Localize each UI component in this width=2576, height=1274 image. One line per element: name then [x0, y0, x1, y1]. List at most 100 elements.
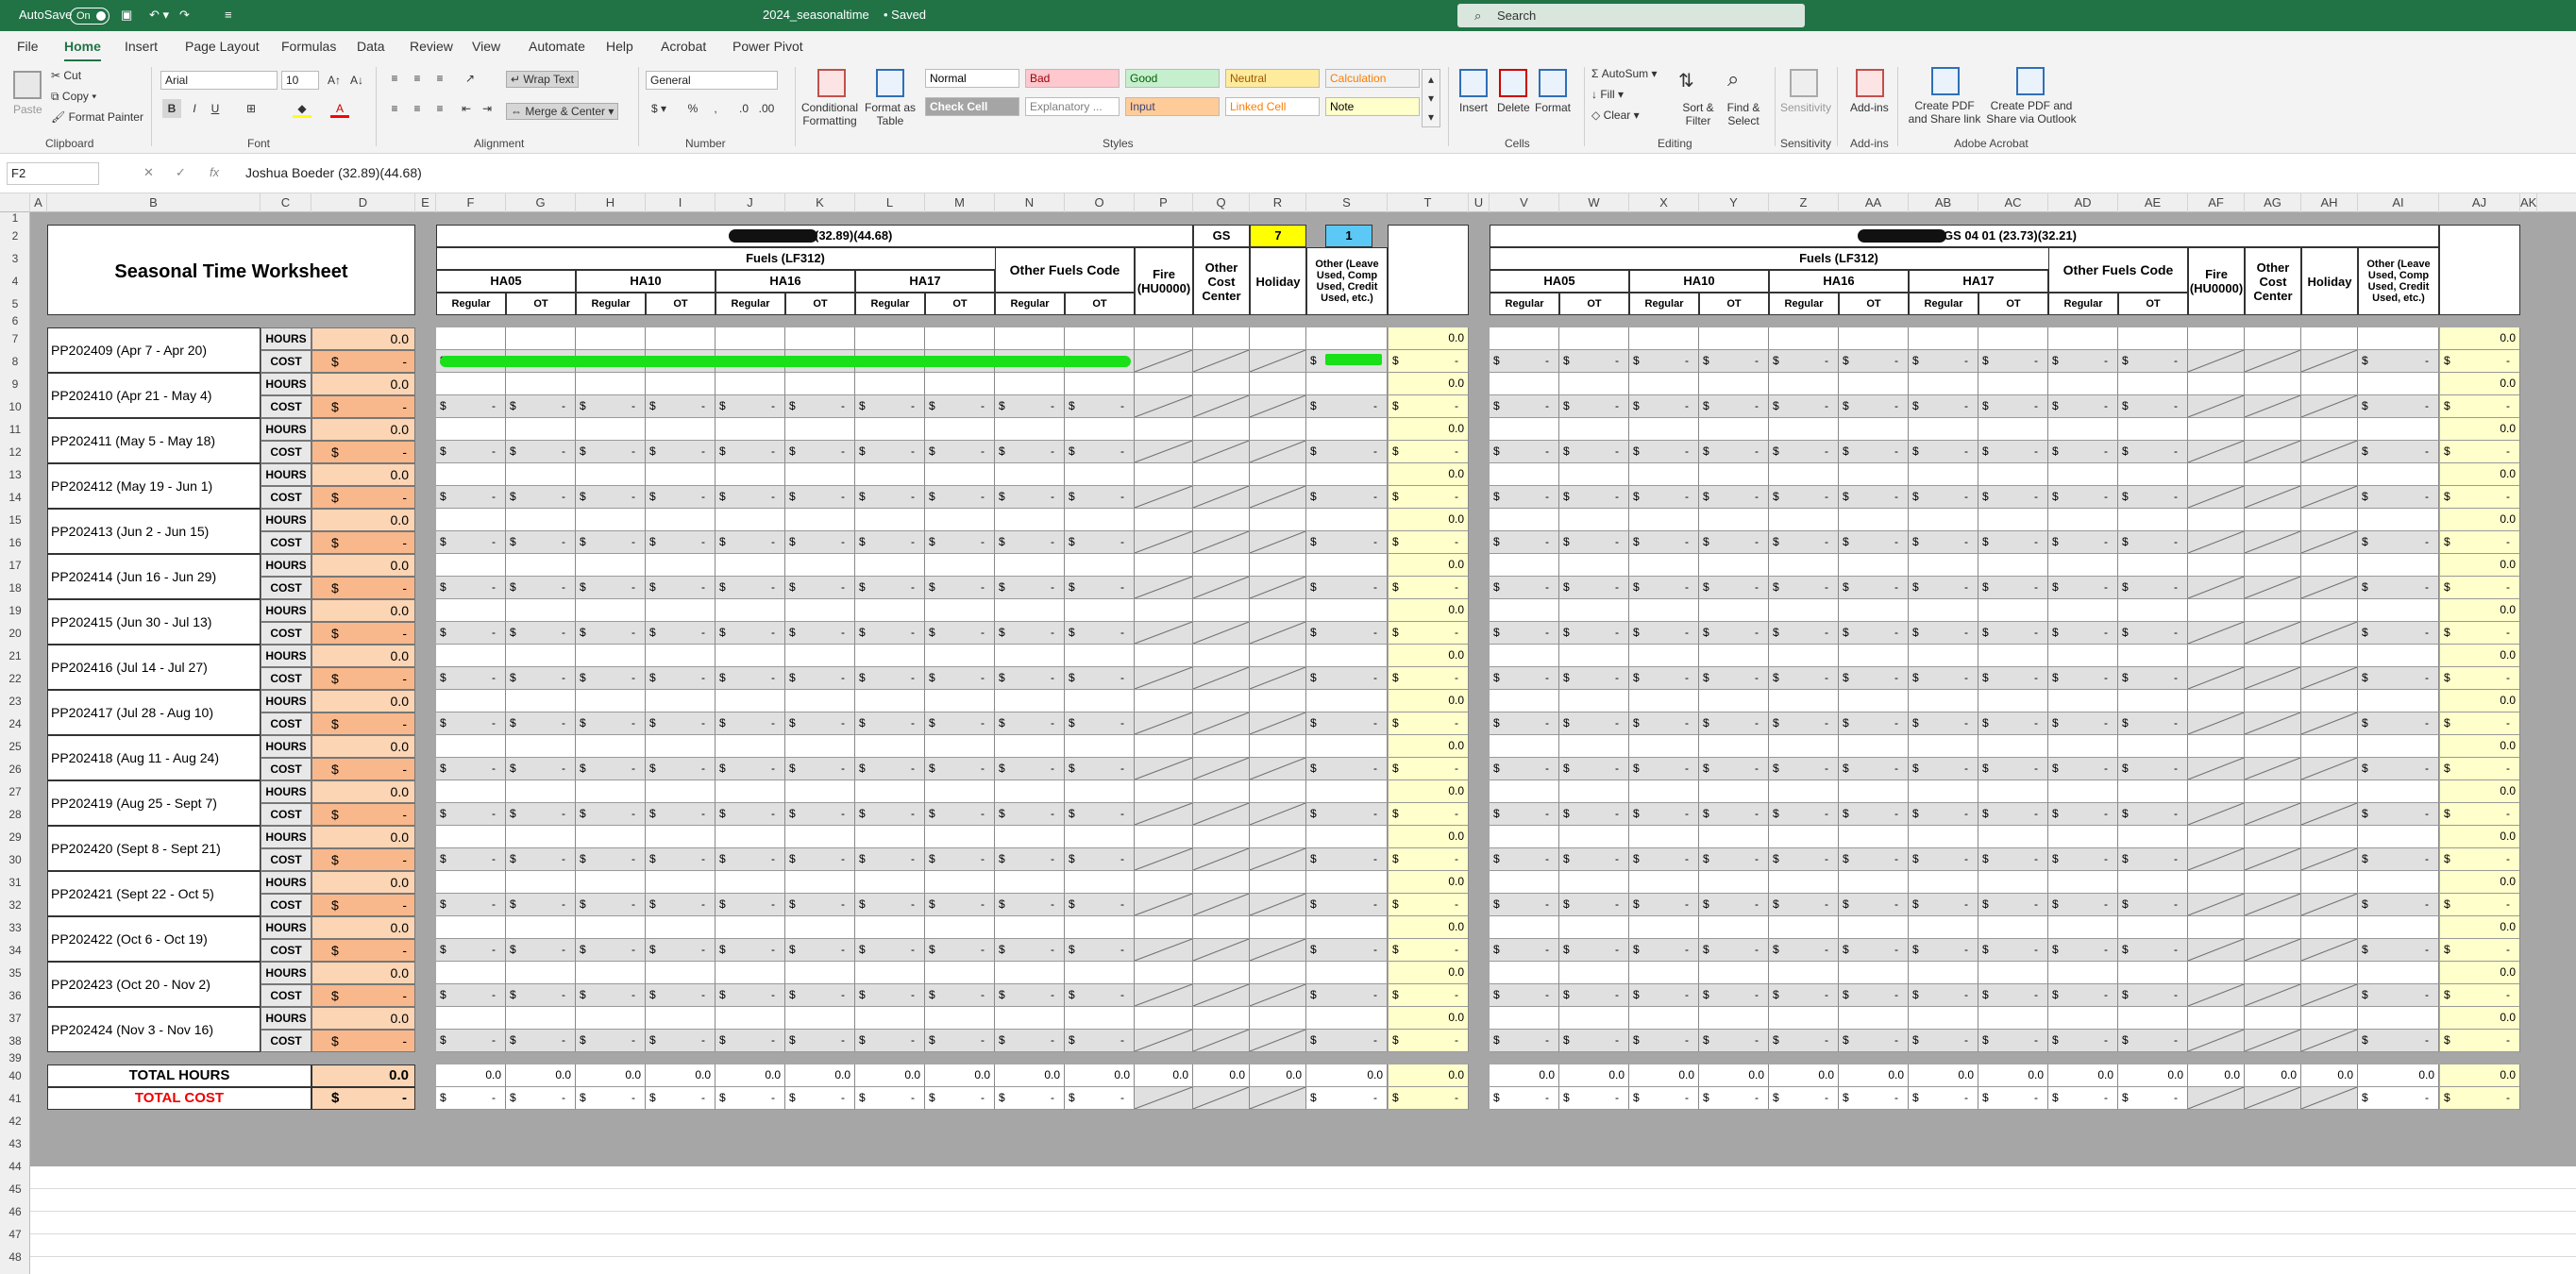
time-entry-cell[interactable]: $- — [1065, 848, 1135, 871]
time-entry-cell[interactable]: $- — [1065, 441, 1135, 463]
time-entry-cell[interactable] — [1306, 554, 1388, 577]
time-entry-cell[interactable]: $- — [576, 848, 646, 871]
time-entry-cell[interactable] — [1193, 350, 1250, 373]
time-entry-cell[interactable] — [995, 826, 1065, 848]
time-entry-cell[interactable]: $- — [506, 984, 576, 1007]
time-entry-cell[interactable] — [2245, 871, 2301, 894]
period-total-cell[interactable]: $ - — [2439, 1030, 2520, 1052]
time-entry-cell[interactable]: $- — [1909, 486, 1978, 509]
period-total-cell[interactable]: $ - — [1388, 531, 1469, 554]
time-entry-cell[interactable]: $- — [1629, 1030, 1699, 1052]
time-entry-cell[interactable]: $- — [716, 758, 785, 780]
column-total-hours[interactable]: 0.0 — [506, 1064, 576, 1087]
cost-total-cell[interactable]: $ - — [311, 848, 415, 871]
time-entry-cell[interactable] — [506, 509, 576, 531]
time-entry-cell[interactable]: $- — [925, 758, 995, 780]
time-entry-cell[interactable]: $- — [1839, 758, 1909, 780]
time-entry-cell[interactable] — [1306, 690, 1388, 712]
time-entry-cell[interactable]: $- — [1490, 1030, 1559, 1052]
align-right-icon[interactable]: ≡ — [430, 99, 449, 118]
time-entry-cell[interactable] — [1135, 395, 1193, 418]
time-entry-cell[interactable] — [855, 509, 925, 531]
time-entry-cell[interactable] — [1250, 327, 1306, 350]
time-entry-cell[interactable]: $- — [1978, 848, 2048, 871]
time-entry-cell[interactable] — [1193, 916, 1250, 939]
time-entry-cell[interactable]: $- — [1629, 577, 1699, 599]
time-entry-cell[interactable] — [506, 463, 576, 486]
time-entry-cell[interactable] — [855, 463, 925, 486]
time-entry-cell[interactable] — [1306, 962, 1388, 984]
time-entry-cell[interactable] — [1135, 554, 1193, 577]
time-entry-cell[interactable]: $- — [1699, 486, 1769, 509]
time-entry-cell[interactable] — [1250, 486, 1306, 509]
column-total-hours[interactable]: 0.0 — [2301, 1064, 2358, 1087]
column-total-cost[interactable] — [1250, 1087, 1306, 1110]
time-entry-cell[interactable] — [646, 826, 716, 848]
time-entry-cell[interactable] — [2358, 645, 2439, 667]
time-entry-cell[interactable] — [2301, 984, 2358, 1007]
column-header-ac[interactable]: AC — [1978, 193, 2048, 212]
time-entry-cell[interactable] — [855, 780, 925, 803]
format-cells-button[interactable]: Format — [1535, 101, 1571, 114]
time-entry-cell[interactable] — [2245, 1030, 2301, 1052]
time-entry-cell[interactable] — [1135, 894, 1193, 916]
time-entry-cell[interactable] — [1193, 599, 1250, 622]
time-entry-cell[interactable] — [1193, 509, 1250, 531]
time-entry-cell[interactable]: $- — [1909, 894, 1978, 916]
time-entry-cell[interactable]: $- — [1490, 803, 1559, 826]
time-entry-cell[interactable] — [1250, 441, 1306, 463]
column-header-n[interactable]: N — [995, 193, 1065, 212]
time-entry-cell[interactable]: $- — [1978, 622, 2048, 645]
time-entry-cell[interactable] — [716, 373, 785, 395]
hours-total-cell[interactable]: 0.0 — [311, 826, 415, 848]
paste-icon[interactable] — [13, 71, 42, 99]
time-entry-cell[interactable]: $- — [925, 577, 995, 599]
time-entry-cell[interactable] — [855, 599, 925, 622]
menu-tab-file[interactable]: File — [17, 39, 39, 54]
time-entry-cell[interactable] — [2188, 599, 2245, 622]
time-entry-cell[interactable] — [2245, 916, 2301, 939]
time-entry-cell[interactable] — [646, 509, 716, 531]
time-entry-cell[interactable] — [925, 1007, 995, 1030]
time-entry-cell[interactable] — [2188, 1030, 2245, 1052]
time-entry-cell[interactable] — [2188, 758, 2245, 780]
time-entry-cell[interactable] — [2301, 780, 2358, 803]
time-entry-cell[interactable]: $- — [2118, 531, 2188, 554]
time-entry-cell[interactable] — [2118, 509, 2188, 531]
time-entry-cell[interactable] — [2118, 645, 2188, 667]
time-entry-cell[interactable]: $- — [1559, 622, 1629, 645]
format-cells-icon[interactable] — [1539, 69, 1567, 97]
time-entry-cell[interactable]: $- — [1065, 758, 1135, 780]
time-entry-cell[interactable]: $- — [1909, 350, 1978, 373]
time-entry-cell[interactable] — [2301, 350, 2358, 373]
fill-color-icon[interactable]: ◆ — [293, 99, 311, 118]
time-entry-cell[interactable]: $- — [2118, 984, 2188, 1007]
time-entry-cell[interactable]: $- — [2118, 939, 2188, 962]
column-total-cost[interactable]: $ - — [1839, 1087, 1909, 1110]
time-entry-cell[interactable] — [1909, 418, 1978, 441]
pdf-outlook-icon[interactable] — [2016, 67, 2045, 95]
time-entry-cell[interactable] — [995, 599, 1065, 622]
time-entry-cell[interactable] — [2118, 463, 2188, 486]
time-entry-cell[interactable]: $- — [1306, 486, 1388, 509]
period-total-cell[interactable]: $ - — [1388, 667, 1469, 690]
time-entry-cell[interactable] — [646, 327, 716, 350]
time-entry-cell[interactable]: $- — [646, 531, 716, 554]
underline-button[interactable]: U — [206, 99, 225, 118]
time-entry-cell[interactable]: $- — [646, 395, 716, 418]
time-entry-cell[interactable]: $- — [716, 848, 785, 871]
time-entry-cell[interactable] — [1839, 554, 1909, 577]
column-total-cost[interactable]: $ - — [1629, 1087, 1699, 1110]
column-total-cost[interactable]: $ - — [646, 1087, 716, 1110]
time-entry-cell[interactable] — [1306, 327, 1388, 350]
time-entry-cell[interactable] — [995, 509, 1065, 531]
time-entry-cell[interactable] — [1699, 418, 1769, 441]
period-total-cell[interactable]: 0.0 — [1388, 599, 1469, 622]
menu-tab-data[interactable]: Data — [357, 39, 385, 54]
time-entry-cell[interactable] — [436, 373, 506, 395]
time-entry-cell[interactable] — [1699, 373, 1769, 395]
time-entry-cell[interactable] — [576, 509, 646, 531]
time-entry-cell[interactable] — [2245, 758, 2301, 780]
time-entry-cell[interactable] — [1135, 486, 1193, 509]
time-entry-cell[interactable] — [2048, 690, 2118, 712]
